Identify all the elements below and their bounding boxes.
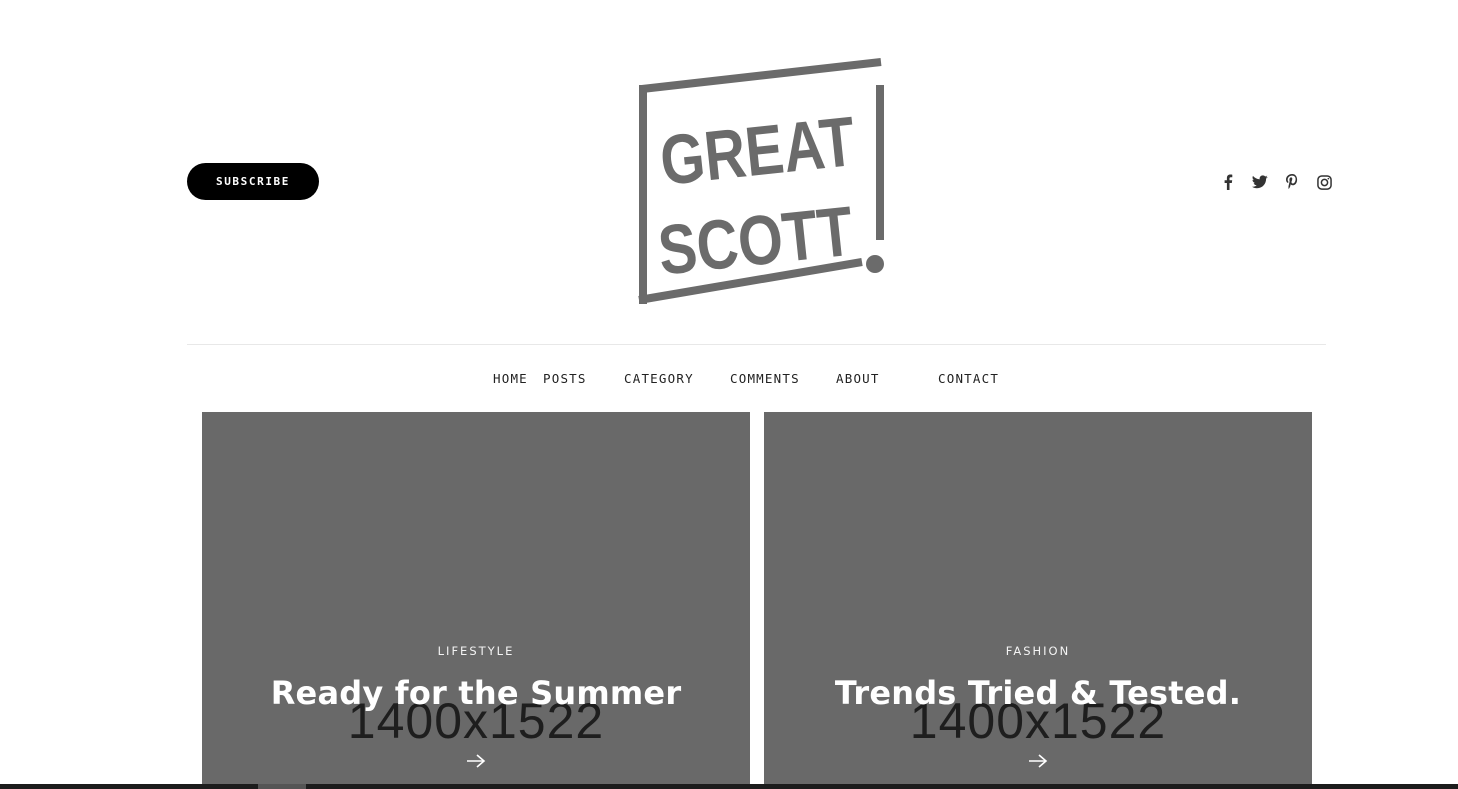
- nav-item-home[interactable]: HOME: [493, 371, 528, 386]
- instagram-icon[interactable]: [1308, 172, 1340, 192]
- post-category[interactable]: FASHION: [764, 644, 1312, 658]
- post-title[interactable]: Trends Tried & Tested.: [764, 674, 1312, 712]
- nav-item-category[interactable]: CATEGORY: [624, 371, 694, 386]
- nav-item-comments[interactable]: COMMENTS: [730, 371, 800, 386]
- post-title[interactable]: Ready for the Summer: [202, 674, 750, 712]
- facebook-icon[interactable]: [1212, 172, 1244, 192]
- great-scott-logo[interactable]: GREAT SCOTT: [632, 55, 892, 310]
- nav-item-contact[interactable]: CONTACT: [938, 371, 999, 386]
- pinterest-icon[interactable]: [1276, 172, 1308, 192]
- scrollbar-thumb[interactable]: [258, 784, 306, 789]
- horizontal-scrollbar[interactable]: [0, 784, 1458, 789]
- page: SUBSCRIBE GREAT SCOTT HOME POSTS CATEGOR…: [0, 0, 1458, 789]
- header-divider: [187, 344, 1326, 345]
- post-card-fashion[interactable]: 1400x1522 FASHION Trends Tried & Tested.: [764, 412, 1312, 789]
- nav-item-posts[interactable]: POSTS: [543, 371, 587, 386]
- post-card-lifestyle[interactable]: 1400x1522 LIFESTYLE Ready for the Summer: [202, 412, 750, 789]
- arrow-right-icon[interactable]: [465, 752, 487, 770]
- nav-item-about[interactable]: ABOUT: [836, 371, 880, 386]
- subscribe-button[interactable]: SUBSCRIBE: [187, 163, 319, 200]
- logo-line-great: GREAT: [657, 102, 859, 200]
- twitter-icon[interactable]: [1244, 172, 1276, 192]
- logo-line-scott: SCOTT: [655, 192, 857, 290]
- social-links: [1212, 172, 1340, 192]
- arrow-right-icon[interactable]: [1027, 752, 1049, 770]
- post-category[interactable]: LIFESTYLE: [202, 644, 750, 658]
